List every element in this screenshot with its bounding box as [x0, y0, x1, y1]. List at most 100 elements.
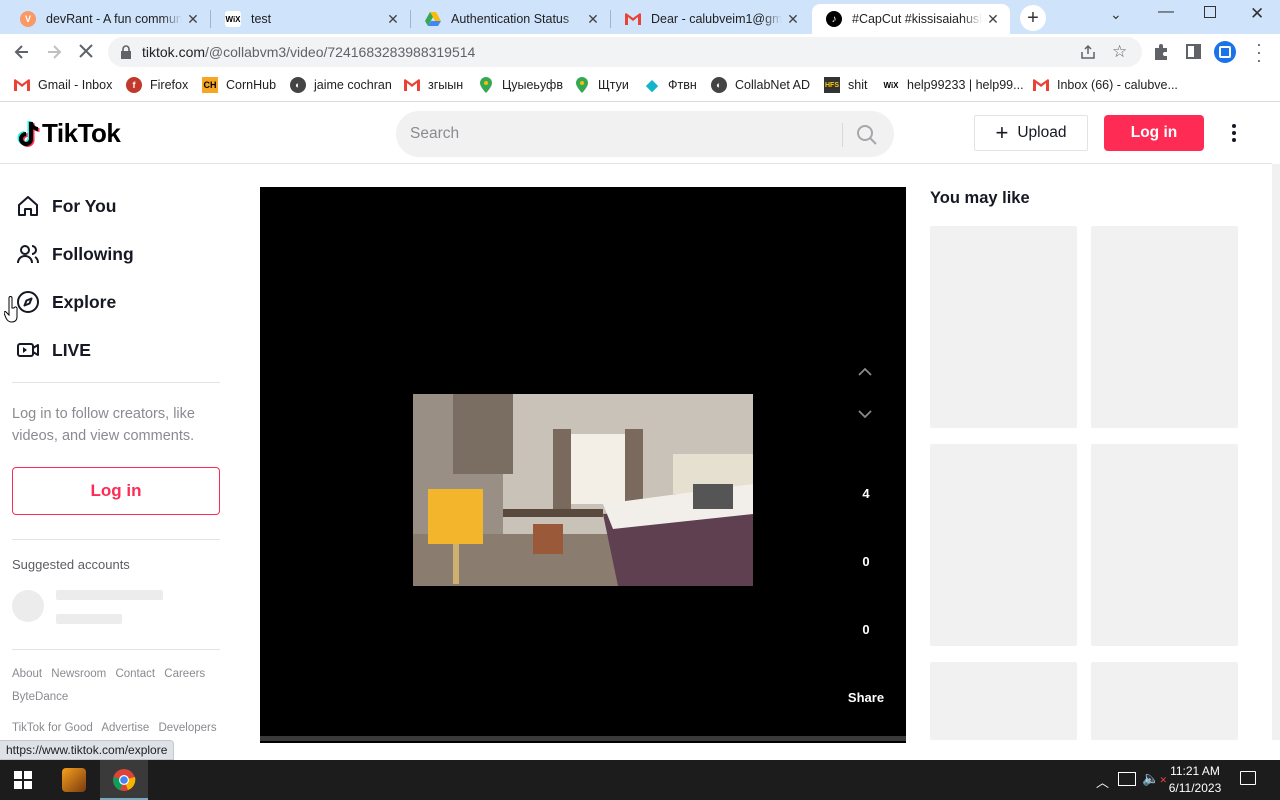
footer-link[interactable]: Careers — [164, 668, 205, 680]
globe-icon: ◐ — [290, 77, 306, 93]
tab-search-chevron-icon[interactable]: ⌄ — [1110, 6, 1122, 23]
search-icon[interactable] — [856, 124, 878, 146]
side-panel-icon[interactable] — [1186, 44, 1201, 59]
bookmark-item[interactable]: ◆ Фтвн — [644, 77, 697, 94]
notification-icon[interactable] — [1240, 771, 1256, 785]
fl-studio-icon[interactable] — [62, 768, 86, 792]
forward-arrow-icon[interactable] — [44, 42, 64, 62]
share-icon[interactable] — [1080, 44, 1096, 60]
recommended-video-placeholder[interactable] — [1091, 662, 1238, 740]
browser-tab[interactable]: WiX test ✕ — [211, 4, 410, 34]
google-drive-icon — [425, 11, 441, 27]
live-video-icon — [16, 338, 40, 362]
footer-link[interactable]: Developers — [158, 722, 216, 734]
more-options-icon[interactable] — [1226, 123, 1242, 143]
like-count[interactable]: 4 — [846, 486, 886, 501]
browser-tab-active[interactable]: ♪ #CapCut #kissisaiahusher ✕ — [812, 4, 1010, 34]
close-icon[interactable]: ✕ — [582, 11, 604, 28]
restore-button[interactable] — [1204, 6, 1216, 18]
bookmark-item[interactable]: згыын — [404, 77, 463, 93]
url-path: /@collabvm3/video/7241683283988319514 — [205, 44, 476, 60]
footer-links-row: ByteDance — [12, 691, 74, 703]
browser-menu-icon[interactable]: · · · — [1256, 35, 1262, 69]
close-icon[interactable]: ✕ — [182, 11, 204, 28]
bookmark-item[interactable]: Inbox (66) - calubve... — [1033, 77, 1178, 93]
recommended-video-placeholder[interactable] — [1091, 226, 1238, 428]
footer-link[interactable]: Newsroom — [51, 668, 106, 680]
tab-title: test — [251, 12, 272, 26]
stop-loading-icon[interactable] — [77, 42, 95, 60]
recommended-video-placeholder[interactable] — [930, 444, 1077, 646]
bookmark-item[interactable]: Gmail - Inbox — [14, 77, 112, 93]
search-input[interactable] — [410, 111, 830, 157]
video-player[interactable] — [260, 187, 906, 743]
star-icon[interactable]: ☆ — [1112, 42, 1127, 62]
back-arrow-icon[interactable] — [12, 42, 32, 62]
sidebar-item-for-you[interactable]: For You — [16, 188, 117, 224]
tab-title: Authentication Status — [451, 12, 570, 26]
bookmark-item[interactable]: ◐ jaime cochran — [290, 77, 392, 93]
bookmark-item[interactable]: f Firefox — [126, 77, 188, 93]
bookmark-item[interactable]: CH CornHub — [202, 77, 276, 93]
windows-start-icon[interactable] — [14, 771, 32, 789]
bookmark-label: Inbox (66) - calubve... — [1057, 78, 1178, 92]
header-login-button[interactable]: Log in — [1104, 115, 1204, 151]
bookmark-count[interactable]: 0 — [846, 622, 886, 637]
recommended-video-placeholder[interactable] — [930, 226, 1077, 428]
footer-link[interactable]: Contact — [115, 668, 155, 680]
bookmark-item[interactable]: WiX help99233 | help99... — [883, 77, 1024, 93]
tiktok-logo[interactable]: TikTok — [16, 118, 121, 149]
browser-tab[interactable]: Dear - calubveim1@gmail ✕ — [611, 4, 810, 34]
previous-video-chevron-icon[interactable] — [857, 367, 873, 377]
bookmark-label: Щтуи — [598, 78, 629, 92]
gmail-icon — [14, 77, 30, 93]
page-scrollbar[interactable] — [1272, 164, 1280, 740]
address-bar[interactable]: tiktok.com/@collabvm3/video/724168328398… — [108, 37, 1142, 67]
network-icon[interactable] — [1118, 772, 1136, 786]
extensions-icon[interactable] — [1152, 43, 1170, 61]
recommended-video-placeholder[interactable] — [930, 662, 1077, 740]
lock-icon[interactable] — [120, 45, 132, 59]
close-icon[interactable]: ✕ — [782, 11, 804, 28]
tray-chevron-up-icon[interactable]: ︿ — [1096, 772, 1109, 791]
sidebar-item-explore[interactable]: Explore — [16, 284, 116, 320]
avatar-placeholder — [12, 590, 44, 622]
bookmark-item[interactable]: ◐ CollabNet AD — [711, 77, 810, 93]
search-bar[interactable] — [396, 111, 894, 157]
recommended-video-placeholder[interactable] — [1091, 444, 1238, 646]
close-window-button[interactable]: ✕ — [1250, 4, 1264, 24]
sidebar-item-following[interactable]: Following — [16, 236, 134, 272]
sidebar-item-live[interactable]: LIVE — [16, 332, 91, 368]
share-button[interactable]: Share — [836, 690, 896, 705]
chrome-taskbar-button[interactable] — [100, 760, 148, 800]
profile-avatar[interactable] — [1214, 41, 1236, 63]
close-icon[interactable]: ✕ — [382, 11, 404, 28]
footer-link[interactable]: Advertise — [101, 722, 149, 734]
taskbar-clock[interactable]: 11:21 AM 6/11/2023 — [1160, 763, 1230, 797]
footer-links-row: About Newsroom Contact Careers — [12, 668, 211, 680]
browser-tab[interactable]: Authentication Status ✕ — [411, 4, 610, 34]
upload-button[interactable]: + Upload — [974, 115, 1088, 151]
bookmark-label: help99233 | help99... — [907, 78, 1024, 92]
bookmark-item[interactable]: Цуыеьуфв — [478, 77, 563, 93]
comment-count[interactable]: 0 — [846, 554, 886, 569]
bookmark-label: Цуыеьуфв — [502, 78, 563, 92]
footer-links-row: TikTok for Good Advertise Developers — [12, 722, 223, 734]
next-video-chevron-icon[interactable] — [857, 409, 873, 419]
sidebar-divider — [12, 382, 220, 383]
bookmark-item[interactable]: HFS shit — [824, 77, 867, 93]
minimize-button[interactable]: — — [1158, 3, 1174, 21]
sidebar-login-button[interactable]: Log in — [12, 467, 220, 515]
footer-link[interactable]: TikTok for Good — [12, 722, 93, 734]
nav-label: For You — [52, 195, 117, 216]
bookmark-item[interactable]: Щтуи — [574, 77, 629, 93]
new-tab-button[interactable]: + — [1020, 5, 1046, 31]
close-icon[interactable]: ✕ — [982, 11, 1004, 28]
browser-tab[interactable]: V devRant - A fun community ✕ — [6, 4, 210, 34]
footer-link[interactable]: ByteDance — [12, 691, 68, 703]
video-progress-bar[interactable] — [260, 736, 906, 741]
video-frame-hotel-room[interactable] — [413, 394, 753, 586]
firefox-icon: f — [126, 77, 142, 93]
url-text[interactable]: tiktok.com/@collabvm3/video/724168328398… — [142, 44, 475, 60]
footer-link[interactable]: About — [12, 668, 42, 680]
